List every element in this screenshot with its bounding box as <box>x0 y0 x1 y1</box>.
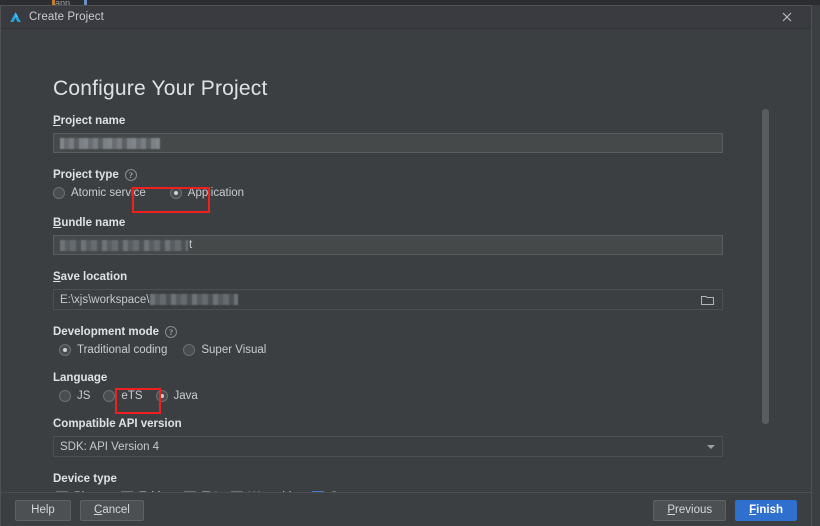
development-mode-label-text: Development mode <box>53 326 160 339</box>
project-type-options: Atomic service Application <box>53 187 723 200</box>
radio-indicator-traditional-coding <box>59 344 71 357</box>
cancel-button[interactable]: Cancel <box>80 499 144 521</box>
save-location-label-rest: ave location <box>60 271 128 284</box>
radio-application[interactable]: Application <box>169 187 245 200</box>
dialog-titlebar: Create Project <box>1 6 811 29</box>
radio-traditional-coding[interactable]: Traditional coding <box>59 344 168 357</box>
close-icon[interactable] <box>779 9 795 25</box>
language-options: JS eTS Java <box>53 390 723 403</box>
previous-button-label-rest: revious <box>675 504 713 516</box>
help-button[interactable]: Help <box>15 499 71 521</box>
compatible-api-version-label: Compatible API version <box>53 418 182 431</box>
radio-atomic-service[interactable]: Atomic service <box>53 187 146 200</box>
help-circle-icon-project-type[interactable]: ? <box>124 169 137 181</box>
radio-label-traditional-coding: Traditional coding <box>77 344 168 357</box>
dialog-footer: Help Cancel Previous Finish <box>1 492 811 526</box>
vertical-scrollbar-thumb[interactable] <box>762 109 769 424</box>
compatible-api-version-select[interactable]: SDK: API Version 4 <box>53 436 723 458</box>
field-save-location: Save location E:\xjs\workspace\ <box>53 271 723 311</box>
language-label: Language <box>53 372 108 385</box>
bundle-name-label-rest: undle name <box>61 217 126 230</box>
device-type-label: Device type <box>53 473 117 486</box>
radio-super-visual[interactable]: Super Visual <box>183 344 267 357</box>
dialog-title: Create Project <box>29 11 104 23</box>
chevron-down-icon <box>707 444 715 449</box>
radio-indicator-java <box>155 390 168 403</box>
radio-label-java: Java <box>173 390 198 403</box>
bundle-name-value-suffix: t <box>189 239 193 252</box>
save-location-label-mnemonic: S <box>53 271 61 284</box>
help-circle-icon-development-mode[interactable]: ? <box>165 326 178 339</box>
project-name-input[interactable] <box>53 133 723 153</box>
project-config-form: Project name Project type? Atomic servic… <box>53 115 723 492</box>
page-title: Configure Your Project <box>53 77 268 100</box>
radio-js[interactable]: JS <box>59 390 91 403</box>
project-type-label: Project type? <box>53 169 723 181</box>
previous-button-mnemonic: P <box>667 504 676 516</box>
bundle-name-label: Bundle name <box>53 217 723 229</box>
help-button-label: Help <box>31 504 55 516</box>
project-name-redacted-value <box>60 137 160 149</box>
save-location-value: E:\xjs\workspace\ <box>60 293 150 306</box>
radio-java[interactable]: Java <box>155 390 198 403</box>
radio-label-application: Application <box>187 187 245 200</box>
radio-indicator-application <box>169 187 182 200</box>
development-mode-label: Development mode? <box>53 326 723 338</box>
finish-button-label-rest: inish <box>756 504 783 516</box>
create-project-dialog: Create Project Configure Your Project Pr… <box>0 5 812 526</box>
compatible-api-version-value: SDK: API Version 4 <box>60 440 160 453</box>
cancel-button-mnemonic: C <box>94 504 103 516</box>
radio-label-js: JS <box>77 390 91 403</box>
field-project-name: Project name <box>53 115 723 153</box>
previous-button[interactable]: Previous <box>653 499 727 521</box>
radio-label-ets: eTS <box>121 390 143 403</box>
radio-indicator-js <box>59 390 71 403</box>
finish-button[interactable]: Finish <box>735 499 797 521</box>
cancel-button-label-rest: ancel <box>102 504 130 516</box>
field-bundle-name: Bundle name t <box>53 217 723 256</box>
radio-label-atomic-service: Atomic service <box>71 187 146 200</box>
screenshot-root: app Create Project Configure Your Projec… <box>0 0 820 526</box>
folder-icon[interactable] <box>695 291 721 309</box>
field-device-type: Device type Phone Tablet TV <box>53 473 723 492</box>
radio-indicator-super-visual <box>183 344 196 357</box>
field-language: Language JS eTS Java <box>53 372 723 415</box>
save-location-redacted-suffix <box>150 294 239 306</box>
radio-label-super-visual: Super Visual <box>201 344 267 357</box>
project-name-label-mnemonic: P <box>53 115 61 127</box>
radio-indicator-ets <box>103 390 116 403</box>
project-name-label: Project name <box>53 115 723 127</box>
project-type-label-text: Project type <box>53 169 119 182</box>
project-name-label-rest: roject name <box>60 115 126 127</box>
radio-ets[interactable]: eTS <box>103 390 143 403</box>
dialog-body: Configure Your Project Project name Proj… <box>1 29 811 492</box>
development-mode-options: Traditional coding Super Visual <box>53 344 723 357</box>
radio-indicator-atomic-service <box>53 187 65 200</box>
field-development-mode: Development mode? Traditional coding Sup… <box>53 326 723 357</box>
save-location-label: Save location <box>53 271 723 283</box>
field-compatible-api-version: Compatible API version SDK: API Version … <box>53 418 723 458</box>
devtools-logo-icon <box>9 11 22 24</box>
vertical-scrollbar-track[interactable] <box>762 29 769 492</box>
finish-button-mnemonic: F <box>749 504 757 516</box>
bundle-name-redacted-value <box>60 239 188 251</box>
save-location-input[interactable]: E:\xjs\workspace\ <box>53 289 723 311</box>
field-project-type: Project type? Atomic service Application <box>53 169 723 213</box>
bundle-name-input[interactable]: t <box>53 235 723 256</box>
